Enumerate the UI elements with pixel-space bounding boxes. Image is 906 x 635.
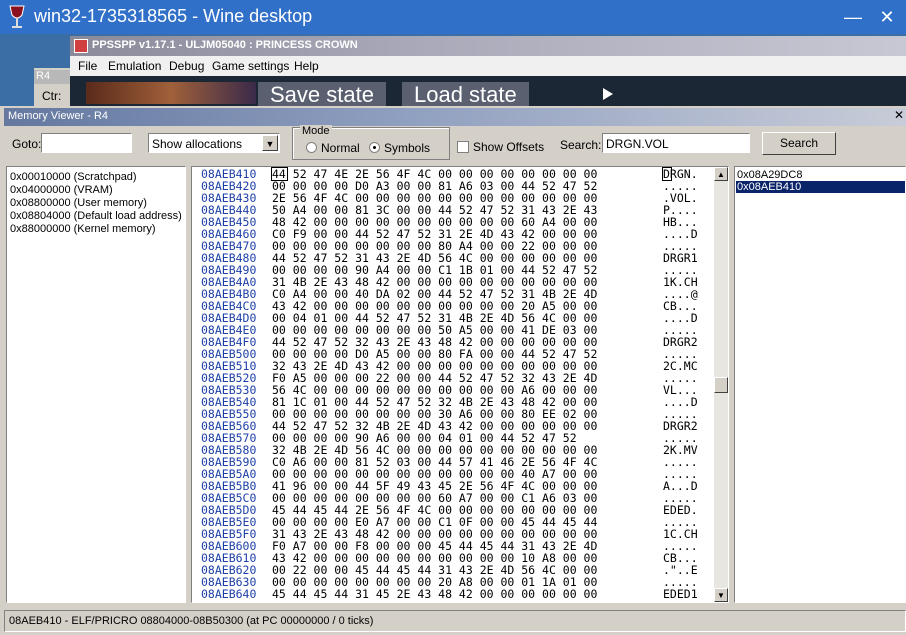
wine-glass-icon — [9, 5, 25, 28]
memory-regions-list[interactable]: 0x00010000 (Scratchpad) 0x04000000 (VRAM)… — [6, 166, 186, 603]
ppsspp-title: PPSSPP v1.17.1 - ULJM05040 : PRINCESS CR… — [92, 39, 358, 51]
mode-normal-label[interactable]: Normal — [321, 141, 360, 155]
disassembly-window-fragment: R4 Ctr: — [34, 68, 70, 108]
status-text: 08AEB410 - ELF/PRICRO 08804000-08B50300 … — [9, 615, 374, 627]
hex-row-ascii[interactable]: EDED1 — [663, 588, 698, 600]
wine-titlebar: win32-1735318565 - Wine desktop — ✕ — [0, 0, 906, 34]
ppsspp-menubar: File Emulation Debug Game settings Help — [70, 56, 906, 76]
ppsspp-titlebar: PPSSPP v1.17.1 - ULJM05040 : PRINCESS CR… — [70, 36, 906, 56]
chevron-down-icon[interactable]: ▼ — [262, 135, 278, 151]
ctr-label: Ctr: — [42, 89, 62, 103]
hex-view[interactable]: 08AEB410 44 52 47 4E 2E 56 4F 4C 00 00 00… — [191, 166, 729, 603]
wine-window-title: win32-1735318565 - Wine desktop — [34, 6, 313, 26]
memory-region-item[interactable]: 0x88000000 (Kernel memory) — [10, 223, 156, 235]
play-icon[interactable] — [600, 86, 616, 102]
mode-normal-radio[interactable] — [306, 142, 317, 153]
minimize-button[interactable]: — — [840, 4, 866, 30]
allocations-dropdown-value: Show allocations — [152, 137, 243, 151]
menu-game-settings[interactable]: Game settings — [212, 59, 289, 73]
show-offsets-checkbox[interactable] — [457, 141, 469, 153]
memory-region-item[interactable]: 0x00010000 (Scratchpad) — [10, 171, 137, 183]
memory-region-item[interactable]: 0x08804000 (Default load address) — [10, 210, 182, 222]
hex-row-address: 08AEB640 — [201, 587, 257, 601]
save-state-button[interactable]: Save state — [258, 82, 386, 108]
ppsspp-app-icon — [74, 39, 88, 53]
search-value: DRGN.VOL — [606, 137, 669, 151]
close-icon[interactable]: ✕ — [894, 108, 906, 124]
status-bar: 08AEB410 - ELF/PRICRO 08804000-08B50300 … — [4, 610, 906, 632]
menu-debug[interactable]: Debug — [169, 59, 204, 73]
ppsspp-window: PPSSPP v1.17.1 - ULJM05040 : PRINCESS CR… — [70, 36, 906, 108]
hex-cursor — [271, 167, 288, 181]
search-result-item[interactable]: 0x08AEB410 — [736, 181, 905, 193]
memory-viewer-window: Memory Viewer - R4 ✕ Goto: Show allocati… — [0, 106, 906, 635]
memory-region-item[interactable]: 0x08800000 (User memory) — [10, 197, 147, 209]
scroll-down-icon[interactable]: ▼ — [714, 588, 728, 602]
hex-row-bytes[interactable]: 45 44 45 44 31 45 2E 43 48 42 00 00 00 0… — [272, 588, 597, 600]
game-display: Save state Load state — [70, 76, 906, 108]
mode-symbols-radio[interactable] — [369, 142, 380, 153]
memory-viewer-titlebar: Memory Viewer - R4 ✕ — [4, 108, 906, 126]
menu-emulation[interactable]: Emulation — [108, 59, 161, 73]
goto-input[interactable] — [41, 133, 132, 153]
disassembly-tab[interactable]: R4 — [34, 70, 70, 84]
game-thumbnail — [86, 82, 256, 104]
menu-help[interactable]: Help — [294, 59, 319, 73]
scroll-up-icon[interactable]: ▲ — [714, 167, 728, 181]
close-button[interactable]: ✕ — [874, 4, 900, 30]
search-result-item[interactable]: 0x08A29DC8 — [737, 169, 802, 181]
search-label: Search: — [560, 138, 602, 152]
allocations-dropdown[interactable]: Show allocations ▼ — [148, 133, 280, 153]
scrollbar-thumb[interactable] — [714, 377, 728, 393]
search-results-list[interactable]: 0x08A29DC8 0x08AEB410 — [734, 166, 906, 603]
show-offsets-label[interactable]: Show Offsets — [473, 140, 544, 154]
memory-region-item[interactable]: 0x04000000 (VRAM) — [10, 184, 113, 196]
memory-viewer-title: Memory Viewer - R4 — [8, 110, 109, 122]
hex-scrollbar[interactable]: ▲ ▼ — [714, 167, 728, 602]
search-button[interactable]: Search — [762, 132, 836, 155]
ascii-cursor — [662, 167, 672, 181]
mode-label: Mode — [300, 125, 332, 137]
mode-symbols-label[interactable]: Symbols — [384, 141, 430, 155]
search-input[interactable]: DRGN.VOL — [602, 133, 750, 153]
menu-file[interactable]: File — [78, 59, 97, 73]
load-state-button[interactable]: Load state — [402, 82, 529, 108]
goto-label: Goto: — [12, 137, 42, 151]
